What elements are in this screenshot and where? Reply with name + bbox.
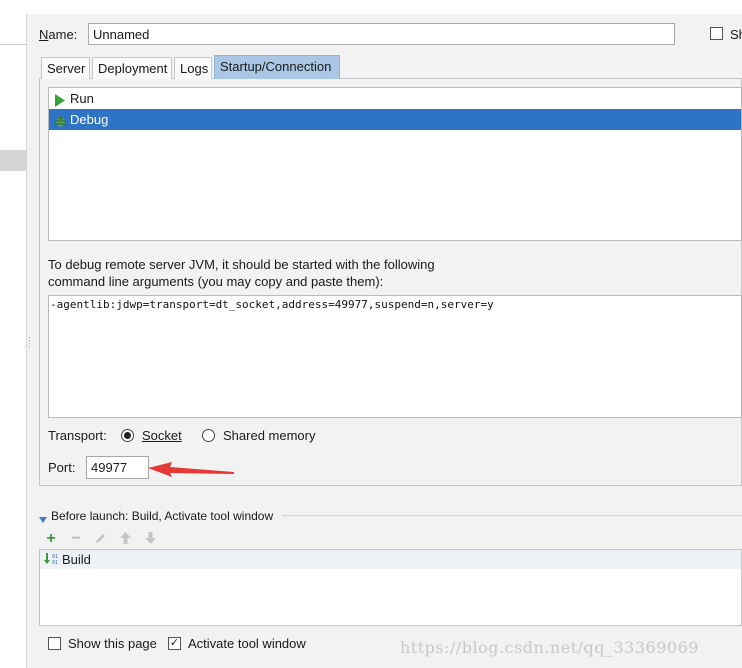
- tab-deployment[interactable]: Deployment: [92, 57, 172, 79]
- before-launch-list[interactable]: 01 01 Build: [39, 549, 742, 626]
- activate-tool-window-label[interactable]: Activate tool window: [188, 636, 306, 651]
- run-label: Run: [70, 91, 94, 106]
- tab-logs[interactable]: Logs: [174, 57, 212, 79]
- move-up-icon[interactable]: [119, 531, 132, 548]
- mode-list[interactable]: Run Debug: [48, 87, 742, 241]
- check-icon: ✓: [169, 637, 180, 649]
- socket-radio[interactable]: [121, 429, 134, 442]
- shared-memory-label[interactable]: Shared memory: [223, 428, 315, 443]
- share-checkbox[interactable]: [710, 27, 723, 40]
- watermark: https://blog.csdn.net/qq_33369069: [400, 638, 699, 657]
- command-line-args-text[interactable]: -agentlib:jdwp=transport=dt_socket,addre…: [48, 295, 742, 418]
- splitter[interactable]: · · · ·: [27, 14, 35, 668]
- tree-top-line: [0, 44, 27, 45]
- tree-selected-row[interactable]: [0, 150, 27, 171]
- move-down-icon[interactable]: [144, 531, 157, 548]
- tab-server[interactable]: Server: [41, 57, 90, 79]
- tab-startup-connection[interactable]: Startup/Connection: [214, 55, 340, 79]
- transport-label: Transport:: [48, 428, 107, 443]
- build-label: Build: [62, 552, 91, 567]
- debug-info-line1: To debug remote server JVM, it should be…: [48, 257, 435, 272]
- list-item-build[interactable]: 01 01 Build: [40, 550, 741, 569]
- socket-label[interactable]: Socket: [142, 428, 182, 443]
- port-input[interactable]: 49977: [86, 456, 149, 479]
- title-band: [0, 0, 742, 14]
- list-item-debug[interactable]: Debug: [49, 109, 741, 130]
- name-label: Name:: [39, 27, 78, 42]
- show-page-checkbox[interactable]: [48, 637, 61, 650]
- before-launch-separator: [282, 515, 742, 516]
- splitter-grip-icon: · · · ·: [28, 332, 31, 351]
- debug-icon: [54, 113, 67, 134]
- configurations-tree[interactable]: [0, 14, 27, 668]
- build-icon: 01 01: [43, 552, 59, 572]
- share-label: Sh: [730, 27, 742, 42]
- list-item-run[interactable]: Run: [49, 88, 741, 109]
- debug-info-line2: command line arguments (you may copy and…: [48, 274, 384, 289]
- svg-text:01: 01: [52, 560, 58, 566]
- edit-icon[interactable]: [94, 532, 107, 548]
- radio-dot: [124, 432, 131, 439]
- add-icon[interactable]: +: [43, 531, 59, 547]
- debug-label: Debug: [70, 112, 109, 127]
- before-launch-collapse-icon[interactable]: [39, 512, 47, 527]
- activate-tool-window-checkbox[interactable]: ✓: [168, 637, 181, 650]
- name-input[interactable]: Unnamed: [88, 23, 675, 45]
- show-page-label[interactable]: Show this page: [68, 636, 157, 651]
- remove-icon[interactable]: −: [68, 531, 84, 547]
- annotation-arrow-icon: [148, 461, 238, 482]
- shared-memory-radio[interactable]: [202, 429, 215, 442]
- before-launch-title[interactable]: Before launch: Build, Activate tool wind…: [51, 509, 273, 523]
- port-label: Port:: [48, 460, 76, 475]
